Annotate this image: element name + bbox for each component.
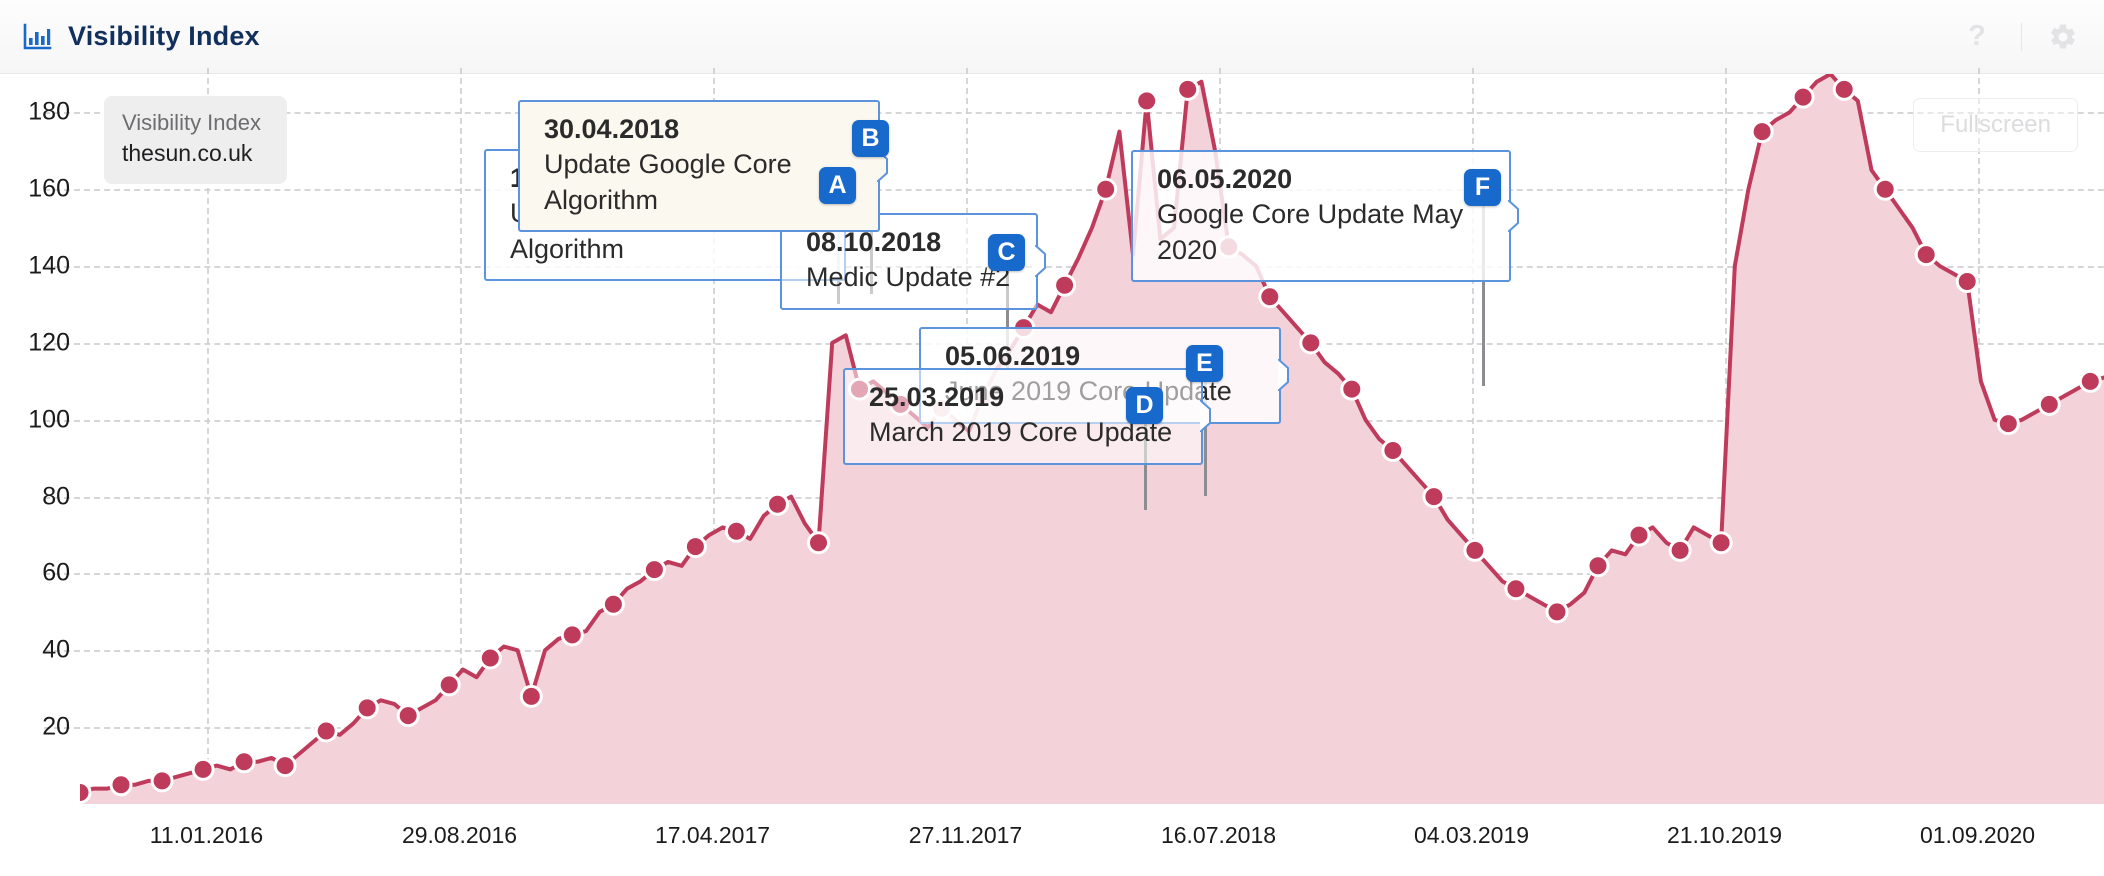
y-axis-tick-label: 60	[42, 558, 70, 587]
app-header: Visibility Index ?	[0, 0, 2104, 74]
gear-icon[interactable]	[2048, 22, 2078, 52]
x-axis-tick-label: 16.07.2018	[1160, 822, 1277, 848]
header-divider	[2021, 22, 2022, 51]
bar-chart-icon	[22, 22, 52, 52]
legend-metric-label: Visibility Index	[122, 110, 261, 135]
x-axis-tick-label: 17.04.2017	[654, 822, 771, 848]
callout-notch-D	[1200, 400, 1211, 433]
x-axis-tick-label: 11.01.2016	[149, 822, 264, 848]
fullscreen-button[interactable]: Fullscreen	[1913, 98, 2078, 152]
annotation-date-F: 06.05.2020	[1157, 164, 1293, 194]
question-mark-icon[interactable]: ?	[1959, 20, 1995, 53]
y-axis-tick-label: 80	[42, 482, 70, 511]
annotation-title-F: Google Core Update May 2020	[1157, 199, 1464, 265]
x-axis-tick-label: 27.11.2017	[908, 822, 1023, 848]
header-actions: ?	[1959, 20, 2078, 53]
annotation-badge-F[interactable]: F	[1464, 169, 1501, 206]
y-axis-tick-label: 140	[28, 251, 70, 280]
x-axis-tick-label: 04.03.2019	[1413, 822, 1530, 848]
legend-series-label: thesun.co.uk	[122, 140, 253, 167]
x-axis-tick-label: 21.10.2019	[1666, 822, 1783, 848]
annotation-callout-F[interactable]: 06.05.2020 Google Core Update May 2020	[1131, 150, 1519, 283]
chart-legend: Visibility Index thesun.co.uk	[104, 96, 287, 185]
y-axis-tick-label: 40	[42, 635, 70, 664]
visibility-index-chart: 20 40 60 80 100 120 140 160 180 11.01.2016 29.08.2…	[0, 68, 2104, 876]
annotation-badge-D[interactable]: D	[1126, 387, 1163, 424]
annotation-date-B: 30.04.2018	[544, 114, 680, 144]
annotation-badge-A[interactable]: A	[819, 167, 856, 204]
annotation-badge-C[interactable]: C	[988, 234, 1025, 271]
callout-notch-F	[1508, 200, 1519, 233]
x-axis-tick-label: 01.09.2020	[1919, 822, 2036, 848]
annotation-badge-B[interactable]: B	[852, 120, 889, 157]
y-axis-tick-label: 120	[28, 328, 70, 357]
x-axis-tick-label: 29.08.2016	[401, 822, 518, 848]
plot-area: 20 40 60 80 100 120 140 160 180 11.01.2016 29.08.2…	[28, 68, 2104, 848]
y-axis-tick-label: 160	[28, 174, 70, 203]
page-title: Visibility Index	[68, 21, 260, 51]
annotation-badge-E[interactable]: E	[1186, 345, 1223, 382]
y-axis-tick-label: 180	[28, 97, 70, 126]
callout-notch-C	[1035, 245, 1046, 278]
callout-notch-E	[1278, 359, 1289, 392]
y-axis-tick-label: 20	[42, 712, 70, 741]
y-axis-tick-label: 100	[28, 405, 70, 434]
